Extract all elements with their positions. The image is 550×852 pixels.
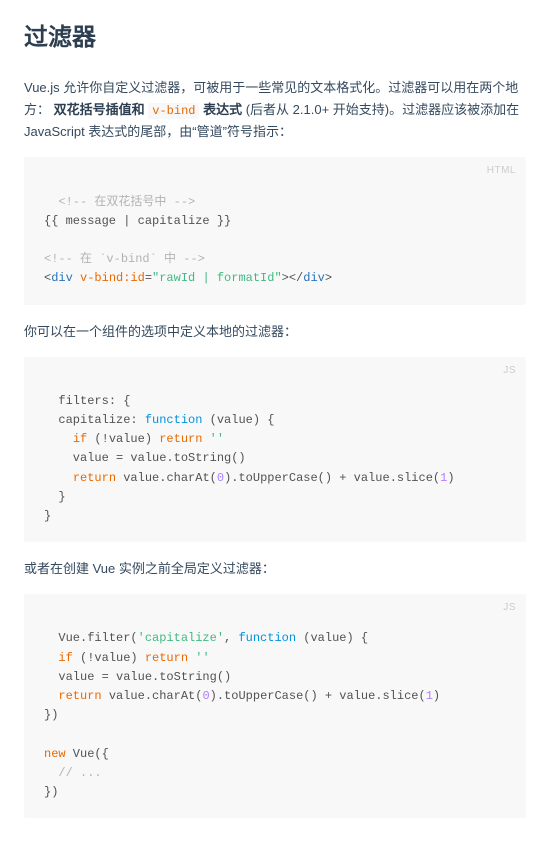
code-line: return value.charAt(0).toUpperCase() + v… [44,689,440,703]
t: <!-- 在 ` [44,252,106,266]
t: function [238,631,296,645]
t [188,651,195,665]
code-line: <div v-bind:id="rawId | formatId"></div> [44,271,332,285]
t: if [58,651,72,665]
t: > [325,271,332,285]
code-line: value = value.toString() [44,670,231,684]
t: "rawId | formatId" [152,271,282,285]
code-block-html: HTML <!-- 在双花括号中 --> {{ message | capital… [24,157,526,304]
t: Vue({ [66,747,109,761]
code-line: }) [44,708,58,722]
code-line: return value.charAt(0).toUpperCase() + v… [44,471,455,485]
t: '' [210,432,224,446]
t: return [145,651,188,665]
t: return [58,689,101,703]
para-global-filter: 或者在创建 Vue 实例之前全局定义过滤器： [24,558,526,580]
code-line: value = value.toString() [44,451,246,465]
lang-tag-js: JS [503,600,516,616]
t: ).toUpperCase() + value.slice( [210,689,426,703]
code-line: if (!value) return '' [44,432,224,446]
code-line: capitalize: function (value) { [44,413,274,427]
t [44,651,58,665]
t: return [159,432,202,446]
t: 0 [217,471,224,485]
code-line: } [44,490,66,504]
t: Vue.filter( [58,631,137,645]
t: (!value) [87,432,159,446]
t: return [73,471,116,485]
t: (!value) [73,651,145,665]
t [44,471,73,485]
t: v-bind:id [80,271,145,285]
intro-bold-2: 表达式 [199,102,242,117]
code-line: Vue.filter('capitalize', function (value… [58,631,368,645]
t [44,432,73,446]
t [44,766,58,780]
code-line: <!-- 在双花括号中 --> [58,195,195,209]
code-block-js-local: JS filters: { capitalize: function (value… [24,357,526,543]
t: 0 [202,689,209,703]
t: // ... [58,766,101,780]
page-title: 过滤器 [24,18,526,59]
t: (value) { [202,413,274,427]
t: value.charAt( [102,689,203,703]
lang-tag-html: HTML [487,163,516,179]
intro-paragraph: Vue.js 允许你自定义过滤器，可被用于一些常见的文本格式化。过滤器可以用在两… [24,77,526,144]
t: div [303,271,325,285]
lang-tag-js: JS [503,363,516,379]
code-line: if (!value) return '' [44,651,210,665]
intro-bold-1: 双花括号插值和 [54,102,149,117]
t [44,689,58,703]
code-line: // ... [44,766,102,780]
t: v-bind [106,252,149,266]
t: ></ [282,271,304,285]
t: ` 中 --> [150,252,205,266]
code-line: filters: { [58,394,130,408]
code-line: }) [44,785,58,799]
t: 1 [426,689,433,703]
vbind-code-inline: v-bind [148,103,199,119]
t: (value) { [296,631,368,645]
t: ) [433,689,440,703]
t: value.charAt( [116,471,217,485]
code-line: {{ message | capitalize }} [44,214,231,228]
t: = [145,271,152,285]
code-block-js-global: JS Vue.filter('capitalize', function (val… [24,594,526,818]
t: , [224,631,238,645]
para-local-filter: 你可以在一个组件的选项中定义本地的过滤器： [24,321,526,343]
code-line: } [44,509,51,523]
t: function [145,413,203,427]
t: ).toUpperCase() + value.slice( [224,471,440,485]
code-line: new Vue({ [44,747,109,761]
t: ) [447,471,454,485]
t: if [73,432,87,446]
t [202,432,209,446]
t: div [51,271,73,285]
t: capitalize: [44,413,145,427]
t [73,271,80,285]
code-line: <!-- 在 `v-bind` 中 --> [44,252,205,266]
t: new [44,747,66,761]
t: 'capitalize' [138,631,224,645]
t: '' [195,651,209,665]
